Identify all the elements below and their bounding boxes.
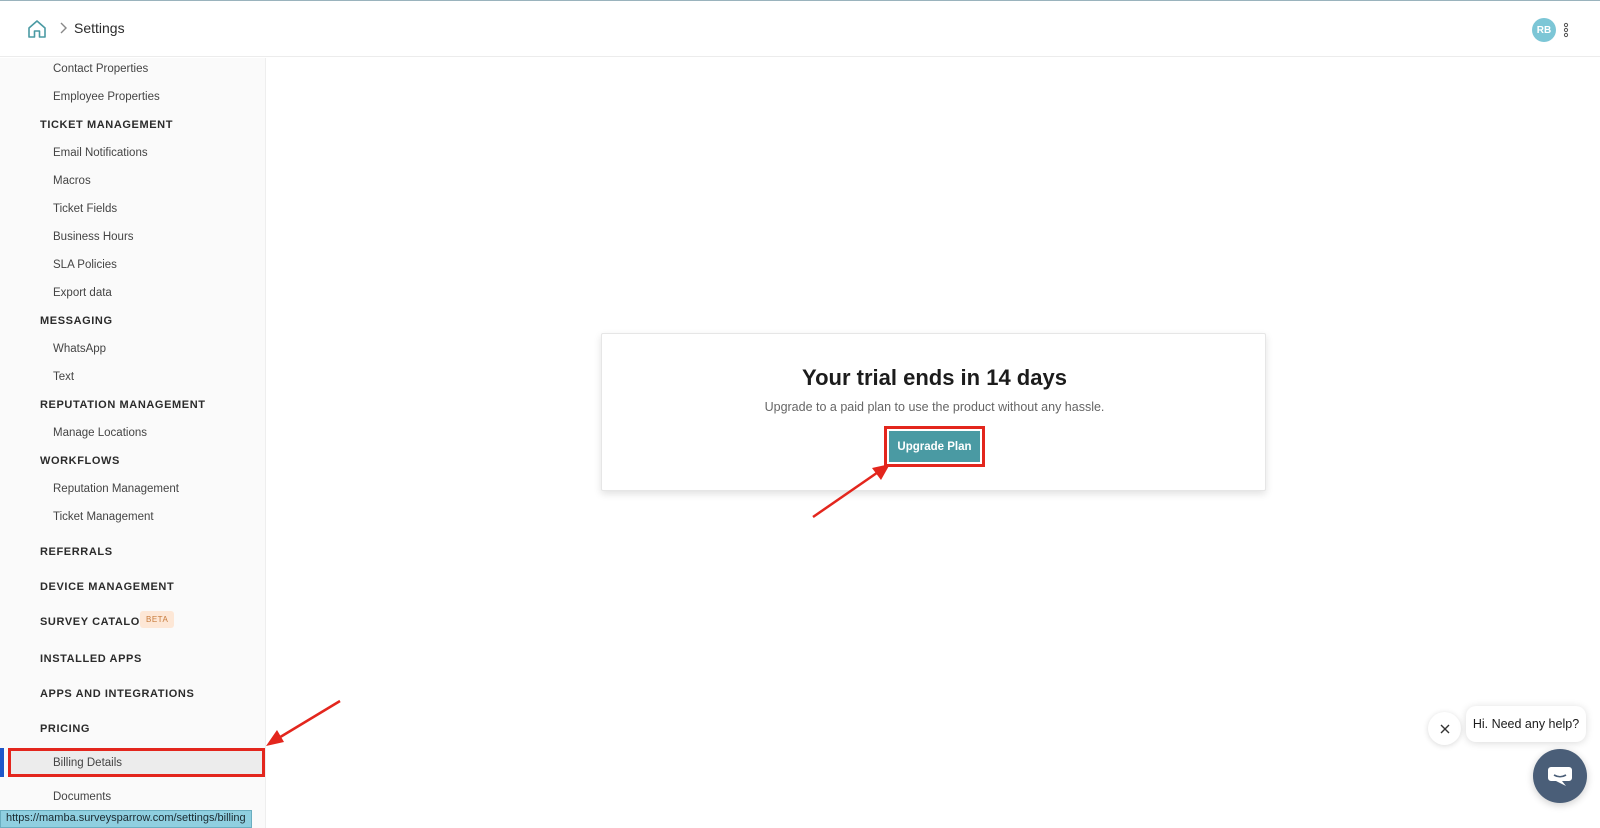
sidebar-item-text[interactable]: Text — [53, 371, 74, 383]
sidebar-item-export-data[interactable]: Export data — [53, 287, 112, 299]
sidebar-item-billing-details[interactable]: Billing Details — [8, 748, 265, 777]
sidebar-item-survey-catalog[interactable]: SURVEY CATALOG — [40, 616, 149, 628]
sidebar-item-contact-properties[interactable]: Contact Properties — [53, 63, 148, 75]
sidebar-heading-reputation-management: REPUTATION MANAGEMENT — [40, 399, 206, 411]
sidebar-heading-workflows: WORKFLOWS — [40, 455, 120, 467]
sidebar-heading-pricing: PRICING — [40, 723, 91, 735]
home-icon[interactable] — [27, 19, 47, 39]
close-icon — [1440, 724, 1449, 733]
annotation-arrow-icon — [266, 699, 341, 746]
sidebar-item-label: Billing Details — [53, 757, 123, 769]
sidebar-item-device-management[interactable]: DEVICE MANAGEMENT — [40, 581, 174, 593]
chat-icon — [1548, 767, 1572, 786]
sidebar-item-installed-apps[interactable]: INSTALLED APPS — [40, 653, 142, 665]
sidebar-item-sla-policies[interactable]: SLA Policies — [53, 259, 117, 271]
trial-subtitle: Upgrade to a paid plan to use the produc… — [764, 400, 1105, 414]
chevron-right-icon — [60, 22, 67, 34]
sidebar-heading-messaging: MESSAGING — [40, 315, 113, 327]
sidebar-item-apps-and-integrations[interactable]: APPS AND INTEGRATIONS — [40, 688, 194, 700]
sidebar-item-employee-properties[interactable]: Employee Properties — [53, 91, 160, 103]
breadcrumb-title: Settings — [74, 20, 125, 36]
avatar[interactable]: RB — [1532, 18, 1556, 42]
trial-title: Your trial ends in 14 days — [802, 365, 1067, 390]
beta-badge: BETA — [140, 611, 175, 628]
upgrade-highlight: Upgrade Plan — [884, 426, 985, 467]
sidebar-heading-ticket-management: TICKET MANAGEMENT — [40, 119, 174, 131]
top-bar: Settings RB — [0, 1, 1600, 57]
sidebar-item-workflow-reputation-management[interactable]: Reputation Management — [53, 483, 179, 495]
sidebar-item-macros[interactable]: Macros — [53, 175, 91, 187]
sidebar-item-workflow-ticket-management[interactable]: Ticket Management — [53, 511, 154, 523]
sidebar-item-business-hours[interactable]: Business Hours — [53, 231, 134, 243]
chat-launcher-button[interactable] — [1533, 749, 1587, 803]
upgrade-plan-button[interactable]: Upgrade Plan — [889, 431, 980, 462]
chat-greeting-bubble[interactable]: Hi. Need any help? — [1466, 706, 1586, 742]
status-bar-url: https://mamba.surveysparrow.com/settings… — [0, 810, 252, 828]
more-options-icon[interactable] — [1563, 21, 1569, 39]
trial-card: Your trial ends in 14 days Upgrade to a … — [601, 333, 1266, 491]
sidebar-item-ticket-fields[interactable]: Ticket Fields — [53, 203, 117, 215]
sidebar-item-documents[interactable]: Documents — [53, 791, 111, 803]
sidebar-item-manage-locations[interactable]: Manage Locations — [53, 427, 147, 439]
sidebar-item-email-notifications[interactable]: Email Notifications — [53, 147, 148, 159]
settings-sidebar: Contact Properties Employee Properties T… — [0, 58, 266, 828]
chat-dismiss-button[interactable] — [1428, 712, 1461, 745]
sidebar-item-whatsapp[interactable]: WhatsApp — [53, 343, 106, 355]
sidebar-item-referrals[interactable]: REFERRALS — [40, 546, 113, 558]
active-item-marker — [0, 748, 4, 777]
